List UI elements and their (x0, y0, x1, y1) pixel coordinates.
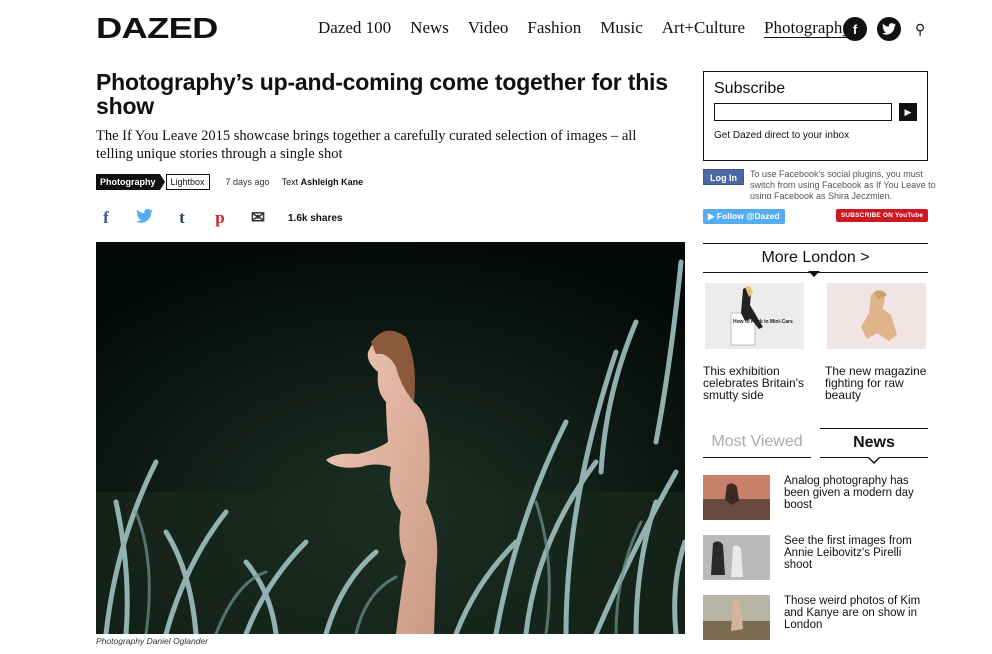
header-social: f ⚲ (843, 17, 925, 41)
twitter-follow-button[interactable]: ▶ Follow @Dazed (703, 209, 785, 224)
card-title[interactable]: This exhibition celebrates Britain's smu… (703, 365, 806, 401)
magazine-cover-text: How to Fuck in Mini-Cars (733, 319, 793, 325)
facebook-plugin: Log In To use Facebook's social plugins,… (703, 169, 950, 199)
news-title[interactable]: Analog photography has been given a mode… (784, 475, 928, 520)
article-byline: Text Ashleigh Kane (281, 177, 364, 187)
card-thumbnail (827, 283, 926, 349)
subscribe-title: Subscribe (714, 80, 786, 97)
twitter-icon[interactable] (877, 17, 901, 41)
tag-lightbox[interactable]: Lightbox (165, 174, 210, 190)
author-link[interactable]: Ashleigh Kane (301, 177, 364, 187)
email-input[interactable] (714, 103, 892, 121)
card-thumbnail: How to Fuck in Mini-Cars (705, 283, 804, 349)
news-list-item[interactable]: Analog photography has been given a mode… (703, 475, 928, 520)
nav-item-news[interactable]: News (410, 18, 449, 38)
facebook-share-icon[interactable]: f (96, 208, 116, 228)
tab-most-viewed[interactable]: Most Viewed (703, 428, 811, 458)
article-meta: Photography Lightbox 7 days ago Text Ash… (96, 174, 363, 190)
subscribe-box: Subscribe ▶ Get Dazed direct to your inb… (703, 71, 928, 161)
pinterest-share-icon[interactable]: p (210, 208, 230, 228)
news-list-item[interactable]: See the first images from Annie Leibovit… (703, 535, 928, 580)
facebook-icon[interactable]: f (843, 17, 867, 41)
news-thumbnail (703, 595, 770, 640)
news-title[interactable]: See the first images from Annie Leibovit… (784, 535, 928, 580)
nav-item-video[interactable]: Video (468, 18, 509, 38)
subscribe-submit-button[interactable]: ▶ (899, 103, 917, 121)
tab-active-notch-inner (869, 457, 879, 462)
main-nav: Dazed 100 News Video Fashion Music Art+C… (318, 18, 851, 38)
facebook-plugin-text: To use Facebook's social plugins, you mu… (750, 169, 936, 199)
article-date: 7 days ago (225, 177, 270, 187)
nav-item-photography[interactable]: Photography (764, 18, 851, 38)
nav-item-dazed-100[interactable]: Dazed 100 (318, 18, 391, 38)
card-title[interactable]: The new magazine fighting for raw beauty (825, 365, 928, 401)
news-thumbnail (703, 475, 770, 520)
more-london-notch (808, 271, 820, 277)
news-thumbnail (703, 535, 770, 580)
more-london-heading[interactable]: More London > (703, 243, 928, 273)
more-london-card[interactable]: The new magazine fighting for raw beauty (825, 283, 928, 401)
twitter-bird-icon: ▶ (708, 211, 715, 221)
popular-tabs: Most Viewed News (703, 428, 928, 458)
news-list-item[interactable]: Those weird photos of Kim and Kanye are … (703, 595, 928, 640)
nav-item-fashion[interactable]: Fashion (527, 18, 581, 38)
share-bar: f t p ✉ 1.6k shares (96, 208, 343, 228)
photo-caption: Photography Daniel Oglander (96, 636, 208, 646)
tag-photography[interactable]: Photography (96, 174, 164, 190)
facebook-login-button[interactable]: Log In (703, 169, 744, 185)
share-count: 1.6k shares (288, 212, 343, 224)
more-london-card[interactable]: How to Fuck in Mini-Cars This exhibition… (703, 283, 806, 401)
subscribe-note: Get Dazed direct to your inbox (714, 130, 850, 141)
article-standfirst: The If You Leave 2015 showcase brings to… (96, 128, 637, 162)
news-title[interactable]: Those weird photos of Kim and Kanye are … (784, 595, 928, 640)
article-headline: Photography’s up-and-coming come togethe… (96, 69, 668, 119)
dazed-logo[interactable]: DAZED (96, 13, 218, 46)
tab-news[interactable]: News (820, 428, 928, 458)
tumblr-share-icon[interactable]: t (172, 208, 192, 228)
nav-item-art-culture[interactable]: Art+Culture (662, 18, 745, 38)
subscribe-form: ▶ (714, 103, 917, 121)
hero-photo (96, 242, 685, 634)
twitter-share-icon[interactable] (134, 208, 154, 228)
nav-item-music[interactable]: Music (600, 18, 643, 38)
youtube-subscribe-button[interactable]: SUBSCRIBE ON YouTube (836, 209, 928, 222)
search-icon[interactable]: ⚲ (915, 21, 925, 38)
email-share-icon[interactable]: ✉ (248, 208, 268, 228)
